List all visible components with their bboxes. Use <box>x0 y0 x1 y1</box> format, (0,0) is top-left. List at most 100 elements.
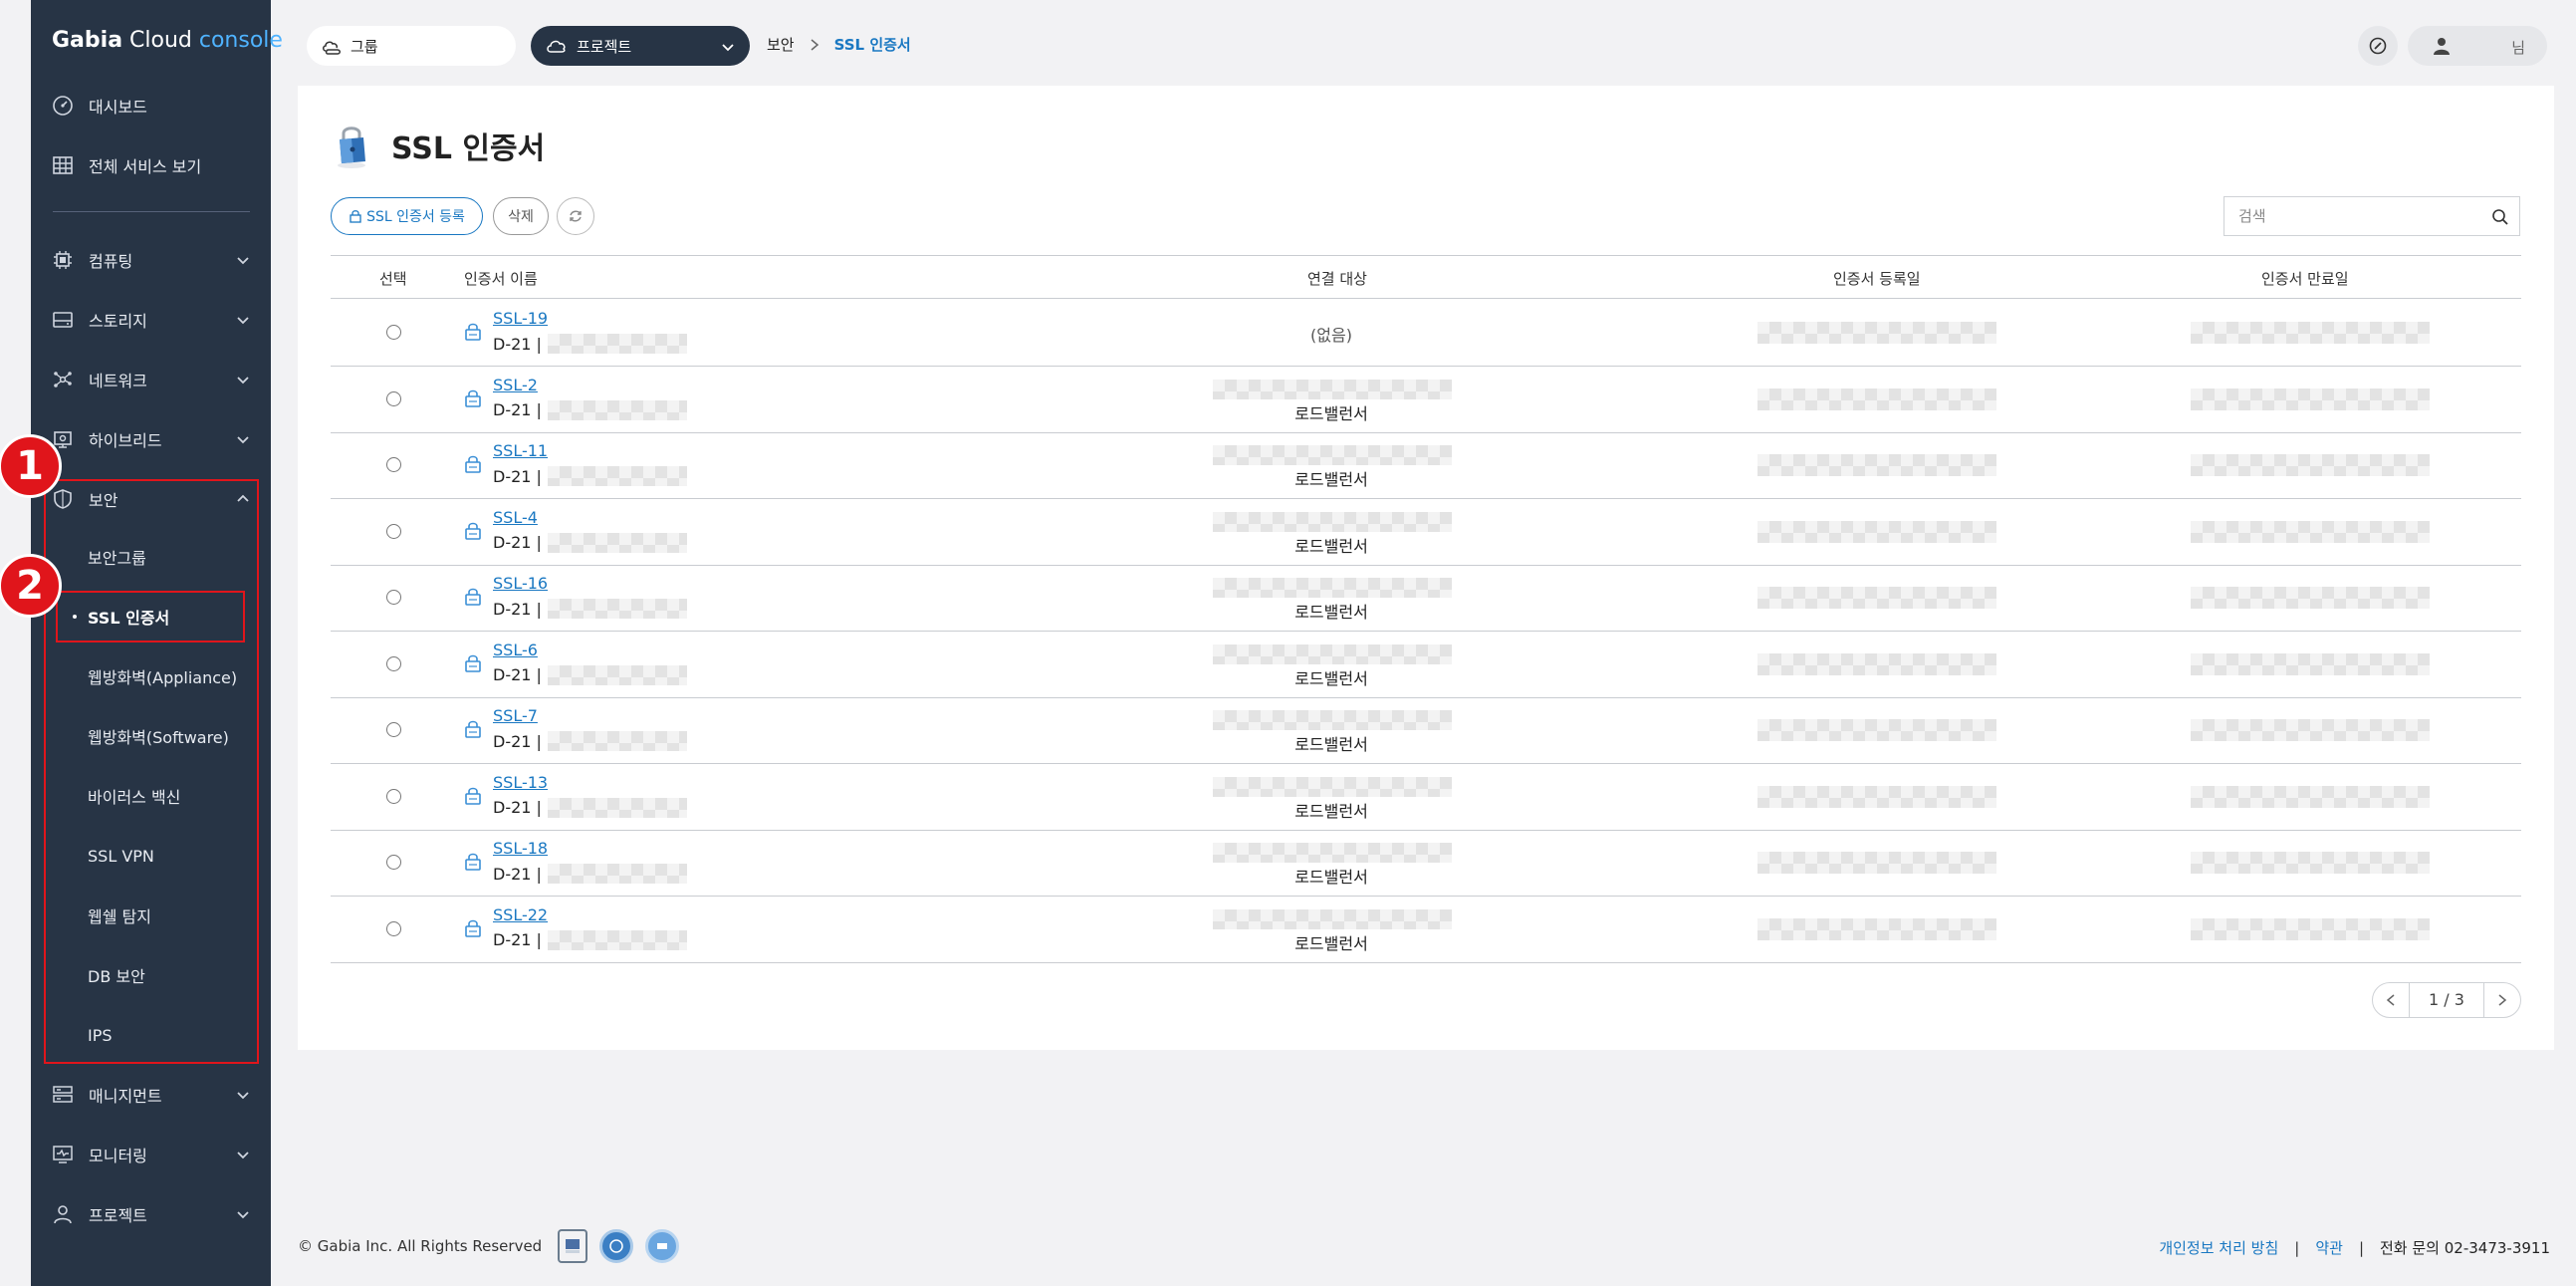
annotation-badge-2: 2 <box>0 554 62 618</box>
page-title: SSL 인증서 <box>332 122 545 169</box>
search-box <box>2224 196 2520 236</box>
top-bar: 그룹 프로젝트 보안 SSL 인증서 님 <box>271 0 2576 88</box>
target-value: 로드밸런서 <box>1294 933 1368 953</box>
storage-icon <box>51 308 75 332</box>
privacy-policy-link[interactable]: 개인정보 처리 방침 <box>2159 1237 2278 1258</box>
masked-expiry-date <box>2191 387 2430 410</box>
chevron-left-icon <box>2386 994 2395 1006</box>
sidebar-item-network[interactable]: 네트워크 <box>31 360 271 399</box>
footer-separator: | <box>2358 1238 2364 1257</box>
sidebar-item-label: 컴퓨팅 <box>89 252 133 271</box>
row-select-radio[interactable] <box>386 855 401 870</box>
masked-registered-date <box>1757 520 1996 543</box>
target-value: 로드밸런서 <box>1294 603 1368 622</box>
register-ssl-button[interactable]: SSL 인증서 등록 <box>331 197 483 235</box>
footer-left: © Gabia Inc. All Rights Reserved <box>298 1229 680 1263</box>
row-select-radio[interactable] <box>386 325 401 340</box>
grid-icon <box>51 153 75 177</box>
sidebar-item-hybrid[interactable]: 하이브리드 <box>31 419 271 459</box>
breadcrumb-parent[interactable]: 보안 <box>767 34 795 55</box>
dday-text: D-21 | <box>493 731 542 751</box>
sidebar-item-computing[interactable]: 컴퓨팅 <box>31 240 271 280</box>
table-header: 선택 인증서 이름 연결 대상 인증서 등록일 인증서 만료일 <box>331 255 2521 299</box>
masked-expiry-date <box>2191 587 2430 609</box>
dday-text: D-21 | <box>493 599 542 619</box>
certificate-name-link[interactable]: SSL-16 <box>493 574 548 593</box>
lock-icon <box>350 210 361 223</box>
masked-expiry-date <box>2191 652 2430 675</box>
certificate-name-link[interactable]: SSL-18 <box>493 839 548 858</box>
row-select-radio[interactable] <box>386 523 401 539</box>
table-row: SSL-13 D-21 | 로드밸런서 <box>331 764 2521 831</box>
masked-target-name <box>1213 643 1452 664</box>
terms-link[interactable]: 약관 <box>2315 1237 2343 1258</box>
masked-registered-date <box>1757 719 1996 741</box>
next-page-button[interactable] <box>2484 983 2520 1017</box>
certificate-name-link[interactable]: SSL-6 <box>493 641 538 659</box>
badge-number: 2 <box>16 563 44 609</box>
breadcrumb-current: SSL 인증서 <box>833 36 911 54</box>
certificate-name-link[interactable]: SSL-11 <box>493 441 548 460</box>
certificate-name-link[interactable]: SSL-4 <box>493 508 538 527</box>
dashboard-icon <box>51 94 75 118</box>
pagination: 1 / 3 <box>2372 982 2521 1018</box>
row-select-radio[interactable] <box>386 655 401 671</box>
dday-text: D-21 | <box>493 533 542 552</box>
lock-icon <box>465 323 481 341</box>
certificate-dday: D-21 | <box>493 532 687 553</box>
lock-icon <box>465 455 481 473</box>
prev-page-button[interactable] <box>2373 983 2409 1017</box>
masked-registered-date <box>1757 852 1996 874</box>
sidebar-item-all-services[interactable]: 전체 서비스 보기 <box>31 145 271 185</box>
badge-number: 1 <box>16 443 44 489</box>
project-selector[interactable]: 프로젝트 <box>531 26 750 66</box>
certificate-name-link[interactable]: SSL-7 <box>493 706 538 725</box>
sidebar-item-storage[interactable]: 스토리지 <box>31 300 271 340</box>
search-icon[interactable] <box>2491 208 2509 226</box>
user-menu-button[interactable]: 님 <box>2408 26 2547 66</box>
certificate-name-link[interactable]: SSL-2 <box>493 376 538 394</box>
chevron-down-icon <box>237 317 249 325</box>
sidebar-item-monitoring[interactable]: 모니터링 <box>31 1135 271 1174</box>
masked-target-name <box>1213 908 1452 929</box>
certificate-dday: D-21 | <box>493 731 687 751</box>
footer-separator: | <box>2294 1238 2300 1257</box>
delete-button[interactable]: 삭제 <box>493 197 549 235</box>
monitoring-icon <box>51 1143 75 1166</box>
certificate-dday: D-21 | <box>493 599 687 619</box>
row-select-radio[interactable] <box>386 390 401 406</box>
register-button-label: SSL 인증서 등록 <box>366 209 465 225</box>
chat-button[interactable] <box>2358 26 2398 66</box>
search-input[interactable] <box>2238 207 2477 225</box>
dday-text: D-21 | <box>493 334 542 354</box>
sidebar-item-dashboard[interactable]: 대시보드 <box>31 86 271 126</box>
certificate-name-link[interactable]: SSL-19 <box>493 309 548 328</box>
app-logo[interactable]: Gabia Cloud console <box>52 28 283 53</box>
masked-domain <box>547 532 687 553</box>
annotation-badge-1: 1 <box>0 434 62 498</box>
row-select-radio[interactable] <box>386 722 401 737</box>
annotation-box-security <box>44 479 259 1064</box>
masked-target-name <box>1213 511 1452 532</box>
masked-domain <box>547 599 687 619</box>
masked-registered-date <box>1757 587 1996 609</box>
certificate-name-link[interactable]: SSL-13 <box>493 773 548 792</box>
chevron-down-icon <box>237 377 249 385</box>
row-select-radio[interactable] <box>386 920 401 936</box>
certificate-name-link[interactable]: SSL-22 <box>493 905 548 924</box>
group-selector[interactable]: 그룹 <box>307 26 516 66</box>
row-select-radio[interactable] <box>386 788 401 804</box>
sidebar-divider <box>53 211 250 212</box>
lock-icon <box>465 720 481 738</box>
refresh-button[interactable] <box>557 197 594 235</box>
row-select-radio[interactable] <box>386 590 401 605</box>
row-select-radio[interactable] <box>386 457 401 472</box>
sidebar-item-management[interactable]: 매니지먼트 <box>31 1075 271 1115</box>
breadcrumb: 보안 SSL 인증서 <box>767 34 911 55</box>
footer-right: 개인정보 처리 방침 | 약관 | 전화 문의 02-3473-3911 <box>2159 1237 2550 1258</box>
sidebar-item-label: 매니지먼트 <box>89 1087 162 1106</box>
sidebar-item-project[interactable]: 프로젝트 <box>31 1194 271 1234</box>
logo-mid: Cloud <box>122 28 199 53</box>
column-header-target: 연결 대상 <box>1307 270 1367 288</box>
certificate-dday: D-21 | <box>493 797 687 818</box>
